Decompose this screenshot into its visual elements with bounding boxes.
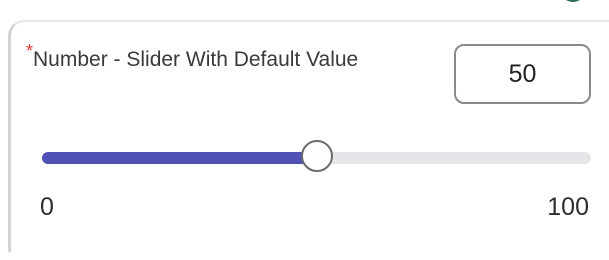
header-accent bbox=[560, 0, 586, 2]
slider-min-label: 0 bbox=[40, 193, 54, 221]
slider-fill bbox=[42, 152, 317, 164]
field-label-text: Number - Slider With Default Value bbox=[33, 48, 359, 71]
slider-max-label: 100 bbox=[547, 193, 589, 221]
field-label: * Number - Slider With Default Value bbox=[26, 42, 413, 73]
slider-track[interactable] bbox=[42, 140, 591, 172]
required-indicator: * bbox=[26, 41, 34, 61]
slider-value-input[interactable]: 50 bbox=[454, 44, 591, 104]
header-fragment bbox=[0, 0, 609, 8]
slider-value-text: 50 bbox=[508, 59, 537, 88]
slider-thumb[interactable] bbox=[300, 140, 333, 172]
